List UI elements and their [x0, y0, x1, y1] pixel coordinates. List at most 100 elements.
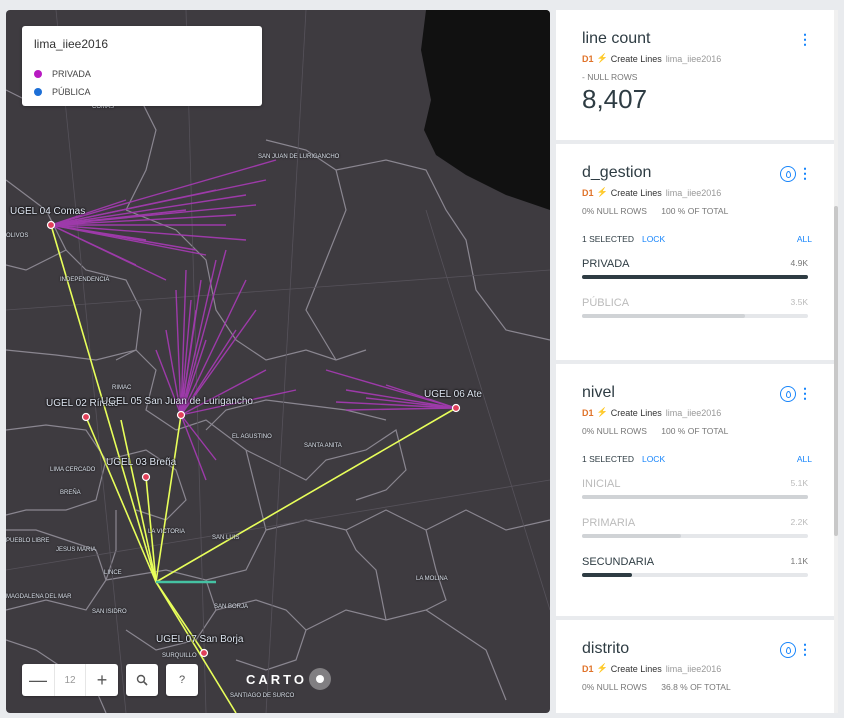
legend-item-publica: PÚBLICA [34, 83, 250, 101]
category-bar-fill [582, 534, 682, 538]
source-tag: D1 [582, 407, 594, 418]
district-label: LINCE [104, 570, 122, 576]
district-label: LA MOLINA [416, 576, 448, 582]
map-canvas [6, 10, 550, 713]
layer-name: lima_iiee2016 [665, 407, 722, 418]
widget-menu-icon[interactable]: ⋮ [798, 32, 812, 46]
all-button[interactable]: ALL [797, 234, 812, 244]
category-value: 5.1k [790, 478, 809, 488]
district-label: INDEPENDENCIA [60, 277, 110, 283]
legend-dot-icon [34, 70, 42, 78]
color-by-icon[interactable] [780, 386, 796, 402]
category-bar-fill [582, 495, 808, 499]
color-by-icon[interactable] [780, 642, 796, 658]
widget-distrito: distrito ⋮ D1 ⚡ Create Lines lima_iiee20… [556, 620, 834, 713]
widget-meta: 0% NULL ROWS 100 % OF TOTAL [582, 426, 808, 436]
category-value: 4.9k [790, 258, 809, 268]
formula-value: 8,407 [582, 84, 648, 114]
carto-logo-icon [308, 668, 331, 690]
ugel-label: UGEL 07 San Borja [156, 634, 244, 645]
district-label: SANTA ANITA [304, 443, 342, 449]
help-icon: ? [178, 674, 186, 686]
color-by-icon[interactable] [780, 166, 796, 182]
layer-name: lima_iiee2016 [665, 187, 722, 198]
search-button[interactable] [126, 664, 158, 696]
widgets-panel[interactable]: line count ⋮ D1 ⚡ Create Lines lima_iiee… [556, 10, 838, 713]
zoom-control: — 12 + [22, 664, 118, 696]
category-item[interactable]: INICIAL 5.1k [582, 478, 808, 499]
category-bar [582, 573, 808, 577]
lock-button[interactable]: LOCK [642, 234, 665, 244]
widget-menu-icon[interactable]: ⋮ [798, 166, 812, 180]
widget-menu-icon[interactable]: ⋮ [798, 386, 812, 400]
district-label: LA VICTORIA [148, 529, 185, 535]
analysis-name: Create Lines [610, 407, 662, 418]
district-label: JESUS MARIA [56, 547, 97, 553]
analysis-name: Create Lines [610, 187, 662, 198]
category-item[interactable]: PRIMARIA 2.2k [582, 517, 808, 538]
district-label: SAN ISIDRO [92, 609, 127, 615]
scrollbar-thumb[interactable] [834, 206, 838, 536]
category-value: 2.2k [790, 517, 809, 527]
district-label: SAN LUIS [212, 535, 240, 541]
widget-menu-icon[interactable]: ⋮ [798, 642, 812, 656]
all-button[interactable]: ALL [797, 454, 812, 464]
category-bar [582, 314, 808, 318]
zoom-out-button[interactable]: — [22, 664, 54, 696]
percent-total: 36.8 % OF TOTAL [661, 682, 731, 692]
category-item[interactable]: PÚBLICA 3.5k [582, 297, 808, 318]
category-bar [582, 534, 808, 538]
category-label: PÚBLICA [582, 297, 630, 309]
search-icon [136, 674, 148, 686]
help-button[interactable]: ? [166, 664, 198, 696]
category-label: INICIAL [582, 478, 621, 490]
category-value: 1.1k [790, 556, 809, 566]
legend-item-privada: PRIVADA [34, 65, 250, 83]
null-rows: 0% NULL ROWS [582, 682, 647, 692]
category-label: PRIMARIA [582, 517, 636, 529]
category-bar [582, 495, 808, 499]
district-label: RIMAC [112, 385, 132, 391]
widget-meta: 0% NULL ROWS 36.8 % OF TOTAL [582, 682, 808, 692]
map-legend: lima_iiee2016 PRIVADA PÚBLICA [22, 26, 262, 106]
category-bar-fill [582, 573, 632, 577]
district-label: SANTIAGO DE SURCO [230, 693, 295, 699]
map-controls: — 12 + ? [22, 664, 198, 696]
category-item[interactable]: PRIVADA 4.9k [582, 258, 808, 279]
widget-meta: 0% NULL ROWS 100 % OF TOTAL [582, 206, 808, 216]
null-rows: - NULL ROWS [582, 72, 638, 82]
analysis-bolt-icon: ⚡ [596, 663, 608, 673]
zoom-in-button[interactable]: + [86, 664, 118, 696]
widget-source: D1 ⚡ Create Lines lima_iiee2016 [582, 407, 808, 418]
district-label: MAGDALENA DEL MAR [6, 594, 72, 600]
widget-title: d_gestion [582, 164, 652, 181]
analysis-name: Create Lines [610, 663, 662, 674]
widget-nivel: nivel ⋮ D1 ⚡ Create Lines lima_iiee2016 … [556, 364, 834, 616]
panel-scrollbar[interactable] [834, 10, 838, 713]
lock-button[interactable]: LOCK [642, 454, 665, 464]
analysis-bolt-icon: ⚡ [596, 407, 608, 417]
legend-title: lima_iiee2016 [34, 37, 109, 51]
carto-attribution[interactable]: CARTO [246, 668, 331, 690]
legend-dot-icon [34, 88, 42, 96]
category-bar [582, 275, 808, 279]
category-item[interactable]: SECUNDARIA 1.1k [582, 556, 808, 577]
widget-d-gestion: d_gestion ⋮ D1 ⚡ Create Lines lima_iiee2… [556, 144, 834, 360]
district-label: SURQUILLO [162, 653, 197, 659]
selected-count: 1 SELECTED [582, 454, 634, 464]
category-bar-fill [582, 314, 745, 318]
map-view[interactable]: COMAS SAN JUAN DE LURIGANCHO INDEPENDENC… [6, 10, 550, 713]
ugel-label: UGEL 04 Comas [10, 206, 86, 217]
district-label: OLIVOS [6, 233, 29, 239]
district-label: EL AGUSTINO [232, 434, 272, 440]
category-label: PRIVADA [582, 258, 630, 270]
layer-name: lima_iiee2016 [665, 53, 722, 64]
category-value: 3.5k [790, 297, 809, 307]
zoom-level: 12 [54, 664, 86, 696]
ugel-label: UGEL 03 Breña [106, 457, 177, 468]
layer-name: lima_iiee2016 [665, 663, 722, 674]
carto-logo-text: CARTO [246, 671, 307, 687]
widget-title: distrito [582, 640, 630, 657]
district-label: LIMA CERCADO [50, 467, 96, 473]
ugel-label: UGEL 05 San Juan de Lurigancho [101, 396, 253, 407]
